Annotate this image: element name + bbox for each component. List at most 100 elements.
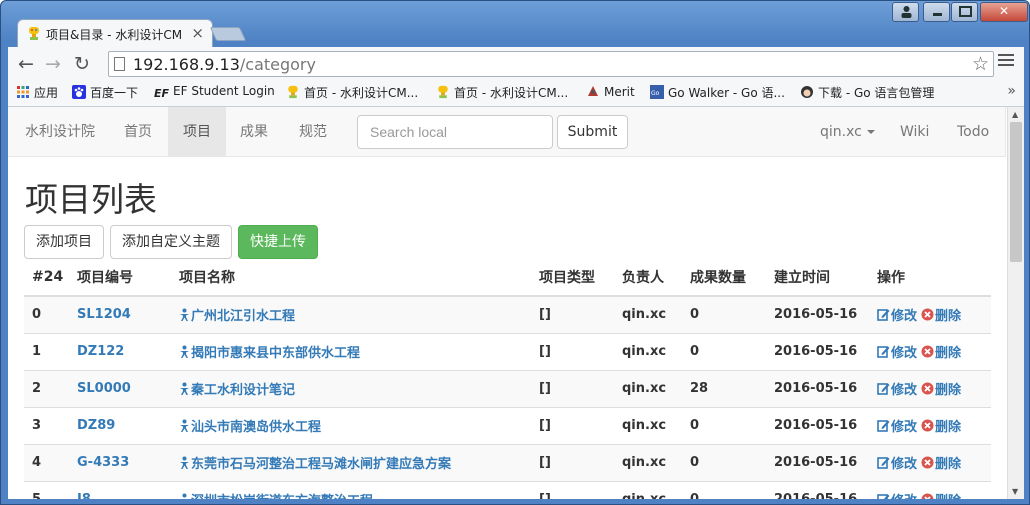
project-type: [] xyxy=(531,443,614,481)
row-index: 0 xyxy=(24,295,69,333)
project-name-link[interactable]: 揭阳市惠来县中东部供水工程 xyxy=(171,332,531,370)
address-bar[interactable]: 192.168.9.13/category ☆ xyxy=(108,51,994,77)
browser-toolbar: ← → ↻ 192.168.9.13/category ☆ xyxy=(8,47,1024,81)
delete-link[interactable]: 删除 xyxy=(921,345,961,361)
project-table: #24 项目编号 项目名称 项目类型 负责人 成果数量 建立时间 操作 0 SL1… xyxy=(24,259,991,499)
bookmark-download[interactable]: 下载 - Go 语言包管理 xyxy=(800,84,934,101)
edit-icon xyxy=(877,309,890,322)
table-row: 2 SL0000 秦工水利设计笔记[] qin.xc 28 2016-05-16 修改 删除 xyxy=(24,369,991,407)
delete-link[interactable]: 删除 xyxy=(921,493,961,499)
project-name-link[interactable]: 广州北江引水工程 xyxy=(171,295,531,333)
bookmark-apps[interactable]: 应用 xyxy=(16,84,58,101)
project-name-link[interactable]: 汕头市南澳岛供水工程 xyxy=(171,406,531,444)
edit-link[interactable]: 修改 xyxy=(877,494,917,499)
delete-link[interactable]: 删除 xyxy=(921,308,961,324)
svg-text:Go: Go xyxy=(651,90,660,97)
project-name-link[interactable]: 秦工水利设计笔记 xyxy=(171,369,531,407)
site-navbar: 水利设计院 首页 项目 成果 规范 Search local Submit qi… xyxy=(8,107,1006,157)
bookmark-ef[interactable]: EF EF Student Login xyxy=(154,84,275,101)
forward-arrow-icon[interactable]: → xyxy=(45,53,61,75)
edit-link[interactable]: 修改 xyxy=(877,383,917,398)
bookmark-baidu[interactable]: 百度一下 xyxy=(72,84,138,101)
bookmarks-bar: 应用 百度一下 EF EF Student Login 首页 - 水利设计CM..… xyxy=(8,81,1024,107)
maximize-button[interactable] xyxy=(951,2,978,22)
project-code-link[interactable]: G-4333 xyxy=(69,443,171,481)
edit-link[interactable]: 修改 xyxy=(877,309,917,324)
project-name-link[interactable]: 深圳市松岗街道东方海整治工程 xyxy=(171,480,531,499)
add-project-button[interactable]: 添加项目 xyxy=(24,225,104,259)
col-header-type: 项目类型 xyxy=(531,259,614,297)
vertical-scrollbar[interactable]: ▲ ▼ xyxy=(1007,107,1024,499)
tab-close-icon[interactable]: × xyxy=(191,24,204,42)
col-header-actions: 操作 xyxy=(869,259,991,297)
tab-title: 项目&目录 - 水利设计CM xyxy=(46,28,183,42)
profile-button[interactable] xyxy=(892,2,919,22)
baidu-paw-icon xyxy=(72,85,86,99)
bookmark-gowalker[interactable]: Go Go Walker - Go 语... xyxy=(650,84,785,101)
bookmark-star-icon[interactable]: ☆ xyxy=(972,53,989,75)
browser-menu-icon[interactable] xyxy=(998,54,1014,68)
remove-circle-icon xyxy=(921,419,934,432)
new-tab-button[interactable] xyxy=(209,27,247,41)
edit-icon xyxy=(877,420,890,432)
project-code-link[interactable]: DZ122 xyxy=(69,332,171,370)
project-name-link[interactable]: 东莞市石马河整治工程马滩水闸扩建应急方案 xyxy=(171,443,531,481)
apps-grid-icon xyxy=(17,86,29,98)
back-arrow-icon[interactable]: ← xyxy=(18,53,34,75)
delete-link[interactable]: 删除 xyxy=(921,419,961,435)
result-count: 0 xyxy=(682,480,766,499)
bookmark-home-2[interactable]: 首页 - 水利设计CM... xyxy=(436,84,568,101)
page-icon xyxy=(114,57,125,71)
delete-link[interactable]: 删除 xyxy=(921,456,961,472)
bookmark-merit[interactable]: Merit xyxy=(586,84,635,99)
submit-button[interactable]: Submit xyxy=(557,115,628,149)
close-icon: ✕ xyxy=(998,4,1010,18)
person-icon xyxy=(180,456,189,469)
edit-icon xyxy=(877,494,890,499)
project-code-link[interactable]: SL1204 xyxy=(69,295,171,333)
close-window-button[interactable]: ✕ xyxy=(980,2,1028,22)
add-topic-button[interactable]: 添加自定义主题 xyxy=(110,225,232,259)
col-header-code: 项目编号 xyxy=(69,259,171,297)
navbar-brand[interactable]: 水利设计院 xyxy=(10,107,110,157)
nav-item-standards[interactable]: 规范 xyxy=(284,107,342,157)
gopher-icon xyxy=(801,86,813,98)
scroll-down-icon[interactable]: ▼ xyxy=(1012,487,1018,496)
table-row: 1 DZ122 揭阳市惠来县中东部供水工程[] qin.xc 0 2016-05-16 修改… xyxy=(24,332,991,370)
bookmark-home-1[interactable]: 首页 - 水利设计CM... xyxy=(286,84,418,101)
nav-item-projects[interactable]: 项目 xyxy=(168,107,226,157)
nav-item-results[interactable]: 成果 xyxy=(225,107,283,157)
project-owner: qin.xc xyxy=(614,295,682,333)
user-dropdown[interactable]: qin.xc xyxy=(805,107,890,157)
edit-icon xyxy=(877,346,890,358)
nav-link-todo[interactable]: Todo xyxy=(942,107,1004,157)
edit-link[interactable]: 修改 xyxy=(877,346,917,361)
edit-link[interactable]: 修改 xyxy=(877,457,917,472)
search-input[interactable]: Search local xyxy=(357,115,553,149)
scrollbar-thumb[interactable] xyxy=(1010,122,1022,262)
reload-icon[interactable]: ↻ xyxy=(74,53,90,75)
edit-link[interactable]: 修改 xyxy=(877,420,917,435)
browser-tab[interactable]: 项目&目录 - 水利设计CM × xyxy=(17,19,213,47)
project-code-link[interactable]: SL0000 xyxy=(69,369,171,407)
scroll-up-icon[interactable]: ▲ xyxy=(1012,110,1018,119)
nav-item-home[interactable]: 首页 xyxy=(109,107,167,157)
project-owner: qin.xc xyxy=(614,443,682,481)
project-code-link[interactable]: DZ89 xyxy=(69,406,171,444)
user-name: qin.xc xyxy=(820,124,862,140)
minimize-button[interactable] xyxy=(923,2,950,22)
bookmarks-overflow-icon[interactable]: » xyxy=(1007,83,1016,99)
user-icon xyxy=(901,6,912,18)
quick-upload-button[interactable]: 快捷上传 xyxy=(238,225,318,259)
nav-link-wiki[interactable]: Wiki xyxy=(885,107,944,157)
url-text: 192.168.9.13/category xyxy=(133,55,316,74)
project-code-link[interactable]: J8 xyxy=(69,480,171,499)
project-type: [] xyxy=(531,332,614,370)
edit-icon xyxy=(877,457,890,469)
row-actions: 修改删除 xyxy=(869,295,991,333)
delete-link[interactable]: 删除 xyxy=(921,382,961,398)
created-date: 2016-05-16 xyxy=(766,480,869,499)
ef-logo-icon: EF xyxy=(154,87,170,100)
col-header-owner: 负责人 xyxy=(614,259,682,297)
person-icon xyxy=(180,308,189,322)
